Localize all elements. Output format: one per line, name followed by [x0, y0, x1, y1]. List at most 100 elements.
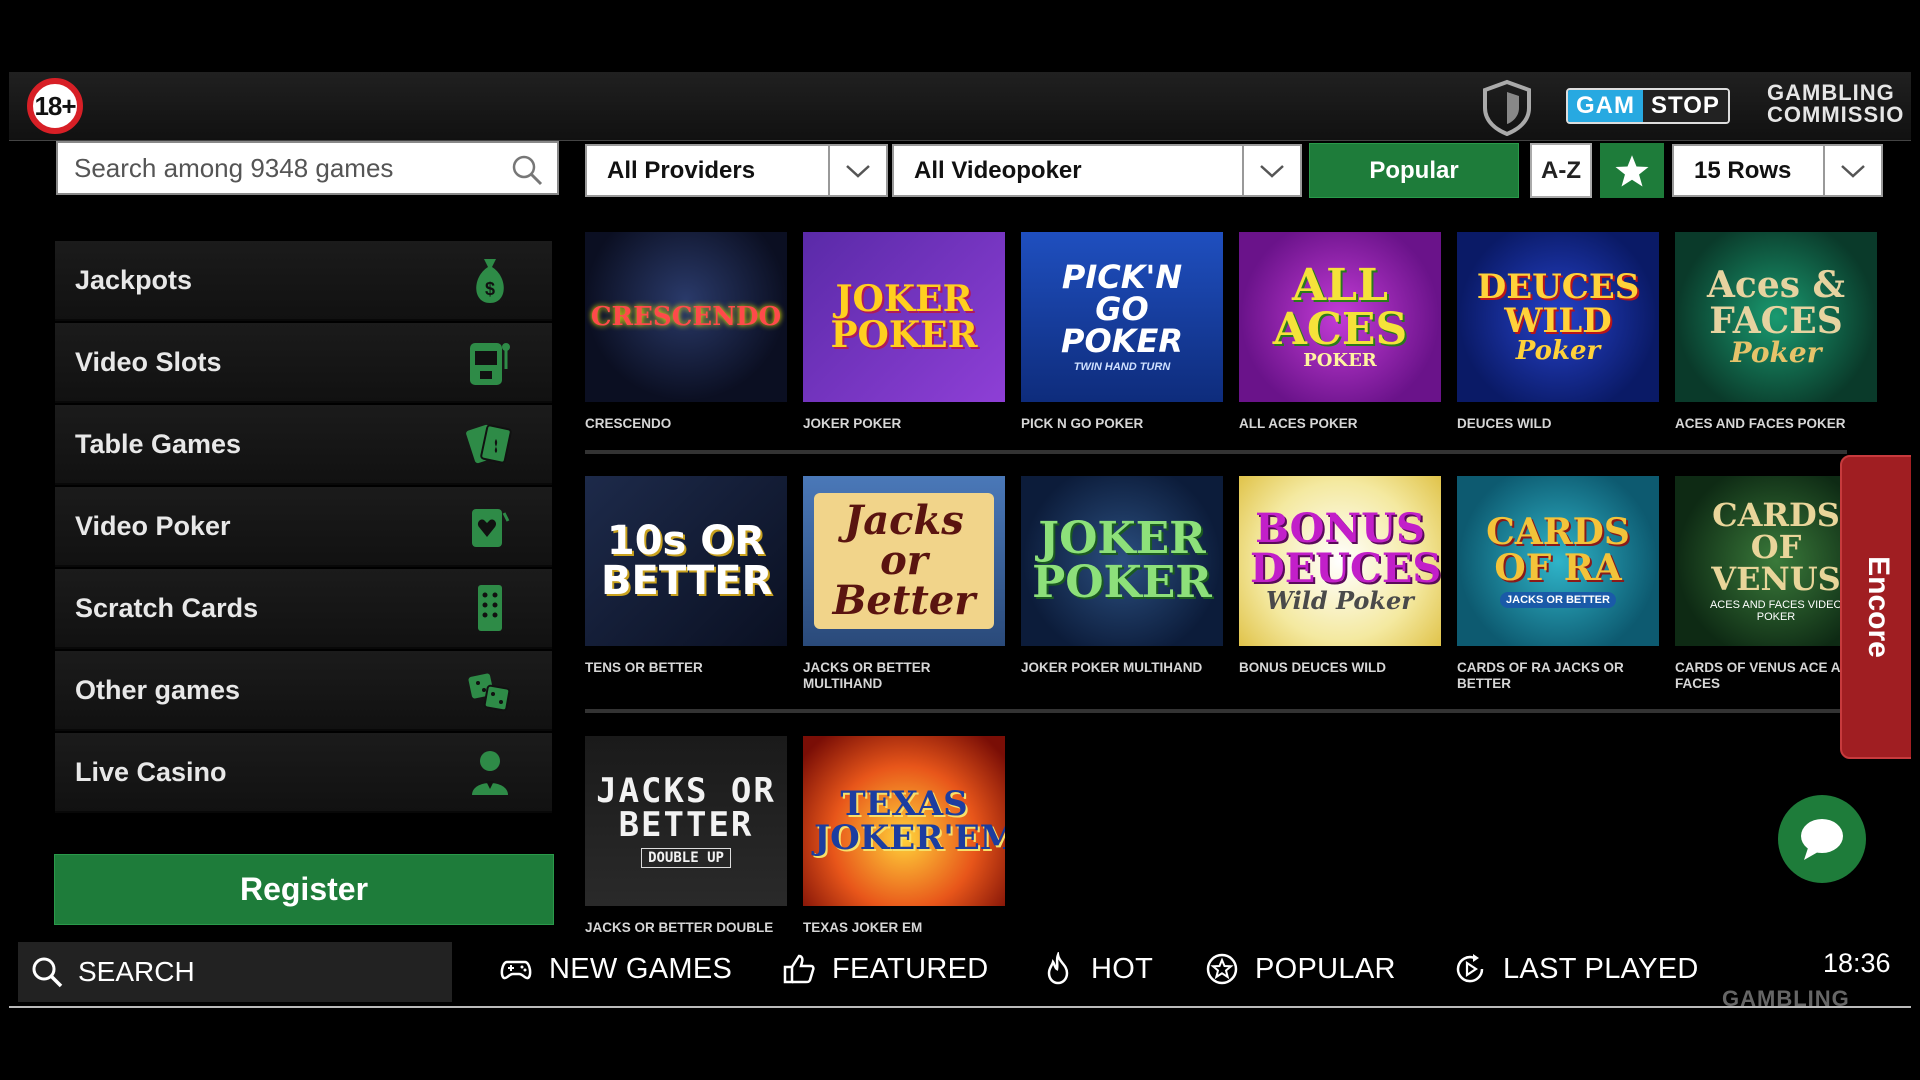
nav-featured[interactable]: FEATURED	[782, 952, 989, 986]
game-thumbnail[interactable]: DEUCES WILD Poker	[1457, 232, 1659, 402]
bottom-search-label: SEARCH	[78, 956, 195, 987]
chevron-down-icon[interactable]	[1823, 146, 1881, 195]
game-tile[interactable]: JOKER POKER JOKER POKER MULTIHAND	[1021, 476, 1223, 676]
game-tile[interactable]: CARDS OF RA JACKS OR BETTER CARDS OF RA …	[1457, 476, 1659, 692]
age-restriction-badge: 18+	[27, 78, 83, 134]
game-tile[interactable]: BONUS DEUCES Wild Poker BONUS DEUCES WIL…	[1239, 476, 1441, 676]
game-thumbnail[interactable]: CRESCENDO	[585, 232, 787, 402]
game-thumbnail[interactable]: JOKER POKER	[803, 232, 1005, 402]
category-sidebar: Jackpots $ Video Slots Table Games Video…	[55, 241, 552, 815]
poker-card-icon	[472, 509, 510, 547]
nav-featured-label: FEATURED	[832, 952, 989, 985]
game-title: DEUCES WILD	[1457, 416, 1552, 431]
commission-line-2: COMMISSIO	[1767, 102, 1905, 127]
row-divider	[585, 709, 1847, 713]
game-tile[interactable]: 10s OR BETTER TENS OR BETTER	[585, 476, 787, 676]
game-thumbnail[interactable]: ALL ACES POKER	[1239, 232, 1441, 402]
game-title: JACKS OR BETTER MULTIHAND	[803, 660, 931, 691]
search-icon[interactable]	[511, 154, 543, 186]
gamstop-stop: STOP	[1643, 90, 1728, 122]
category-dropdown-label: All Videopoker	[914, 156, 1082, 184]
nav-hot-label: HOT	[1091, 952, 1154, 985]
game-title: PICK N GO POKER	[1021, 416, 1144, 431]
sidebar-item-label: Table Games	[75, 428, 242, 459]
game-thumbnail[interactable]: Jacks or Better	[803, 476, 1005, 646]
row-divider	[585, 450, 1847, 454]
game-thumbnail[interactable]: JACKS OR BETTER DOUBLE UP	[585, 736, 787, 906]
game-tile[interactable]: DEUCES WILD Poker DEUCES WILD	[1457, 232, 1659, 432]
game-thumbnail[interactable]: PICK'N GO POKER TWIN HAND TURN	[1021, 232, 1223, 402]
chat-bubble-icon	[1801, 819, 1843, 860]
dice-icon	[468, 673, 511, 712]
game-tile[interactable]: Aces & FACES Poker ACES AND FACES POKER	[1675, 232, 1877, 432]
game-title: CRESCENDO	[585, 416, 672, 431]
sidebar-item-jackpots[interactable]: Jackpots $	[55, 241, 552, 321]
game-title: ALL ACES POKER	[1239, 416, 1358, 431]
game-title: ACES AND FACES POKER	[1675, 416, 1846, 431]
game-title: CARDS OF RA JACKS OR BETTER	[1457, 660, 1624, 691]
nav-popular[interactable]: POPULAR	[1205, 952, 1396, 986]
game-thumbnail[interactable]: JOKER POKER	[1021, 476, 1223, 646]
rows-dropdown[interactable]: 15 Rows	[1672, 144, 1883, 197]
encore-label: Encore	[1862, 556, 1895, 658]
game-title: JOKER POKER MULTIHAND	[1021, 660, 1203, 675]
game-tile[interactable]: JACKS OR BETTER DOUBLE UP JACKS OR BETTE…	[585, 736, 787, 936]
history-play-icon	[1456, 954, 1484, 983]
game-tile[interactable]: CRESCENDO CRESCENDO	[585, 232, 787, 432]
star-icon	[1615, 154, 1649, 186]
nav-new-games[interactable]: NEW GAMES	[499, 952, 732, 986]
register-button[interactable]: Register	[54, 854, 554, 925]
sidebar-item-label: Other games	[75, 674, 241, 705]
nav-hot[interactable]: HOT	[1041, 952, 1153, 986]
search-input[interactable]	[74, 152, 494, 184]
money-bag-icon: $	[476, 259, 504, 303]
star-badge-icon	[1206, 953, 1238, 985]
chat-button[interactable]	[1778, 795, 1866, 883]
game-tile[interactable]: JOKER POKER JOKER POKER	[803, 232, 1005, 432]
game-title: TENS OR BETTER	[585, 660, 703, 675]
nav-new-games-label: NEW GAMES	[549, 952, 733, 985]
sort-popular-button[interactable]: Popular	[1309, 143, 1519, 198]
chevron-down-icon[interactable]	[828, 146, 886, 195]
sidebar-item-video-poker[interactable]: Video Poker	[55, 487, 552, 567]
gamstop-logo[interactable]: GAM STOP	[1566, 88, 1730, 124]
thumbs-up-icon	[783, 954, 815, 984]
svg-text:$: $	[485, 279, 495, 299]
shield-icon	[1483, 79, 1531, 136]
providers-dropdown-label: All Providers	[607, 156, 756, 184]
gamepad-icon	[500, 960, 532, 980]
game-thumbnail[interactable]: Aces & FACES Poker	[1675, 232, 1877, 402]
game-thumbnail[interactable]: CARDS OF RA JACKS OR BETTER	[1457, 476, 1659, 646]
bottom-nav: SEARCH NEW GAMES FEATURED HOT POPULAR LA…	[9, 934, 1911, 1008]
bottom-search-button[interactable]: SEARCH	[18, 942, 452, 1002]
sidebar-item-scratch-cards[interactable]: Scratch Cards	[55, 569, 552, 649]
flame-icon	[1047, 952, 1069, 985]
commission-line-1: GAMBLING	[1767, 80, 1895, 105]
footer-gambling-text: GAMBLING	[1722, 986, 1850, 1008]
sort-az-button[interactable]: A-Z	[1530, 143, 1592, 198]
category-dropdown[interactable]: All Videopoker	[892, 144, 1302, 197]
encore-tab[interactable]: Encore	[1840, 455, 1911, 759]
rows-dropdown-label: 15 Rows	[1694, 156, 1792, 184]
game-tile[interactable]: TEXAS JOKER'EM TEXAS JOKER EM	[803, 736, 1005, 936]
scratch-card-icon	[478, 585, 502, 631]
game-thumbnail[interactable]: TEXAS JOKER'EM	[803, 736, 1005, 906]
search-box[interactable]	[56, 141, 559, 195]
nav-last-played-label: LAST PLAYED	[1503, 952, 1699, 985]
game-thumbnail[interactable]: BONUS DEUCES Wild Poker	[1239, 476, 1441, 646]
game-tile[interactable]: PICK'N GO POKER TWIN HAND TURN PICK N GO…	[1021, 232, 1223, 432]
sidebar-item-table-games[interactable]: Table Games	[55, 405, 552, 485]
game-thumbnail[interactable]: 10s OR BETTER	[585, 476, 787, 646]
chevron-down-icon[interactable]	[1242, 146, 1300, 195]
nav-last-played[interactable]: LAST PLAYED	[1453, 952, 1699, 986]
favorites-button[interactable]	[1600, 143, 1664, 198]
sidebar-item-live-casino[interactable]: Live Casino	[55, 733, 552, 813]
game-tile[interactable]: Jacks or Better JACKS OR BETTER MULTIHAN…	[803, 476, 1005, 692]
sidebar-item-video-slots[interactable]: Video Slots	[55, 323, 552, 403]
game-tile[interactable]: ALL ACES POKER ALL ACES POKER	[1239, 232, 1441, 432]
sidebar-item-other-games[interactable]: Other games	[55, 651, 552, 731]
providers-dropdown[interactable]: All Providers	[585, 144, 888, 197]
gambling-commission-logo[interactable]: GAMBLING COMMISSIO	[1767, 82, 1904, 126]
game-title: BONUS DEUCES WILD	[1239, 660, 1387, 675]
sidebar-item-label: Video Slots	[75, 346, 222, 377]
